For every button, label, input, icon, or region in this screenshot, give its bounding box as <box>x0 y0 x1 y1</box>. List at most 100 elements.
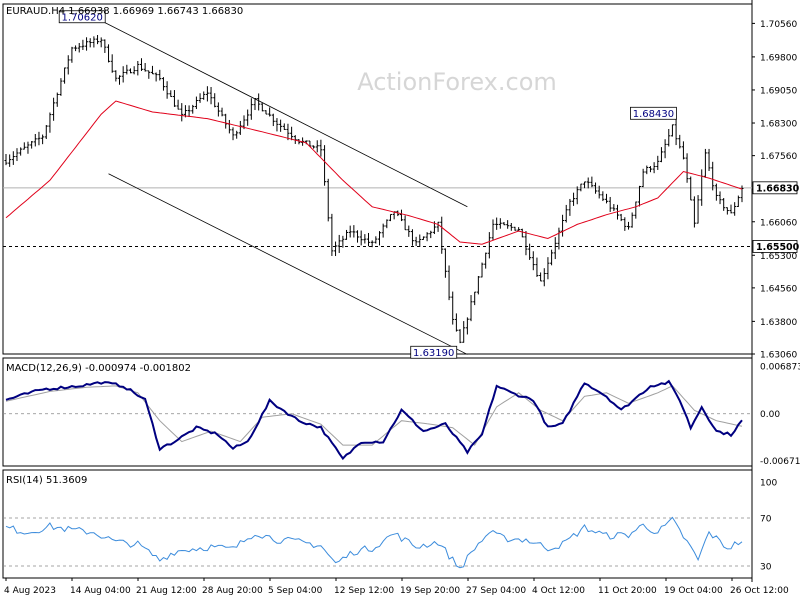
price-bar <box>575 186 579 205</box>
price-tick-label: 1.63800 <box>760 318 797 328</box>
price-bar <box>535 257 539 277</box>
rsi-tick-label: 30 <box>760 563 772 573</box>
price-tick-label: 1.69800 <box>760 53 797 63</box>
price-bar <box>154 72 158 82</box>
current-price-label-text: 1.66830 <box>756 183 800 194</box>
macd-tick-label: 0.006873 <box>760 362 800 372</box>
price-bar <box>323 145 327 186</box>
rsi-line <box>5 516 743 569</box>
y-axes: 1.70560 1.69800 1.69050 1.68300 1.67560 1.668… <box>752 20 800 573</box>
price-bar <box>385 219 389 229</box>
price-bar <box>143 62 147 72</box>
price-bar <box>209 87 213 105</box>
price-panel-frame <box>2 3 753 355</box>
price-bar <box>30 141 34 149</box>
price-bar <box>696 195 700 224</box>
price-bar <box>48 112 52 133</box>
price-bar <box>367 232 371 247</box>
price-bar <box>725 207 729 215</box>
price-bar <box>180 103 184 122</box>
price-bar <box>553 237 557 260</box>
price-bar <box>345 229 349 240</box>
price-bar <box>125 64 129 75</box>
price-bar <box>4 153 8 166</box>
price-bar <box>495 217 499 230</box>
price-bar <box>238 120 242 135</box>
price-bar <box>216 102 220 117</box>
price-bar <box>645 165 649 175</box>
price-bar <box>410 229 414 246</box>
price-tick-label: 1.69050 <box>760 86 797 96</box>
annotation-text: 1.68430 <box>633 109 674 120</box>
price-bar <box>736 195 740 207</box>
price-bar <box>509 222 513 231</box>
price-bar <box>356 230 360 243</box>
x-tick-label: 5 Sep 04:00 <box>268 586 323 596</box>
price-bar <box>52 97 56 121</box>
rsi-panel <box>3 516 752 569</box>
price-bar <box>268 107 272 117</box>
price-bar <box>147 70 151 79</box>
x-tick-label: 26 Oct 12:00 <box>730 586 789 596</box>
price-bar <box>619 213 623 222</box>
macd-panel-frame <box>2 357 753 467</box>
price-bar <box>429 230 433 239</box>
price-bar <box>191 104 195 114</box>
price-bar <box>132 66 136 75</box>
x-tick-label: 11 Oct 20:00 <box>598 586 657 596</box>
price-bar <box>312 145 316 149</box>
price-bar <box>564 204 568 223</box>
price-bar <box>81 39 85 50</box>
annotation-text: 1.63190 <box>413 348 454 359</box>
price-bar <box>326 178 330 222</box>
price-bar <box>572 192 576 206</box>
price-bar <box>275 118 279 132</box>
macd-panel <box>3 379 752 461</box>
price-bar <box>590 176 594 188</box>
price-bar <box>381 223 385 238</box>
price-bar <box>63 67 67 84</box>
price-tick-label: 1.70560 <box>760 20 797 30</box>
price-bar <box>605 193 609 204</box>
price-bar <box>612 204 616 212</box>
moving-average-line <box>5 100 743 245</box>
price-bar <box>114 70 118 82</box>
price-bar <box>634 201 638 219</box>
price-bar <box>447 265 451 301</box>
price-bar <box>352 225 356 238</box>
x-tick-label: 19 Oct 04:00 <box>664 586 723 596</box>
price-bar <box>96 35 100 45</box>
price-bar <box>414 236 418 246</box>
price-tick-label: 1.67560 <box>760 152 797 162</box>
macd-signal-line <box>5 385 743 446</box>
price-tick-label: 1.64560 <box>760 284 797 294</box>
price-bar <box>626 221 630 230</box>
price-bar <box>169 90 173 98</box>
macd-line <box>5 379 743 461</box>
price-bar <box>652 162 656 174</box>
price-bar <box>388 213 392 222</box>
channel-upper-line <box>101 20 468 208</box>
price-bar <box>271 113 275 127</box>
x-tick-label: 21 Aug 12:00 <box>136 586 197 596</box>
macd-tick-label: -0.006716 <box>760 457 800 467</box>
moving-average <box>5 100 743 245</box>
price-bar <box>630 212 634 228</box>
price-bar <box>711 161 715 191</box>
price-bar <box>498 218 502 229</box>
price-bar <box>542 268 546 287</box>
price-bar <box>623 217 627 231</box>
price-bar <box>641 168 645 188</box>
price-bar <box>531 251 535 271</box>
price-bar <box>15 148 19 162</box>
price-bar <box>703 148 707 178</box>
price-tick-label: 1.68300 <box>760 120 797 130</box>
channel-lower-line <box>108 173 468 355</box>
price-bar <box>678 134 682 149</box>
x-tick-label: 4 Aug 2023 <box>4 586 56 596</box>
price-bar <box>19 147 23 156</box>
price-bar <box>176 99 180 110</box>
price-bar <box>425 232 429 242</box>
price-bar <box>685 153 689 183</box>
macd-tick-label: 0.00 <box>760 410 780 420</box>
